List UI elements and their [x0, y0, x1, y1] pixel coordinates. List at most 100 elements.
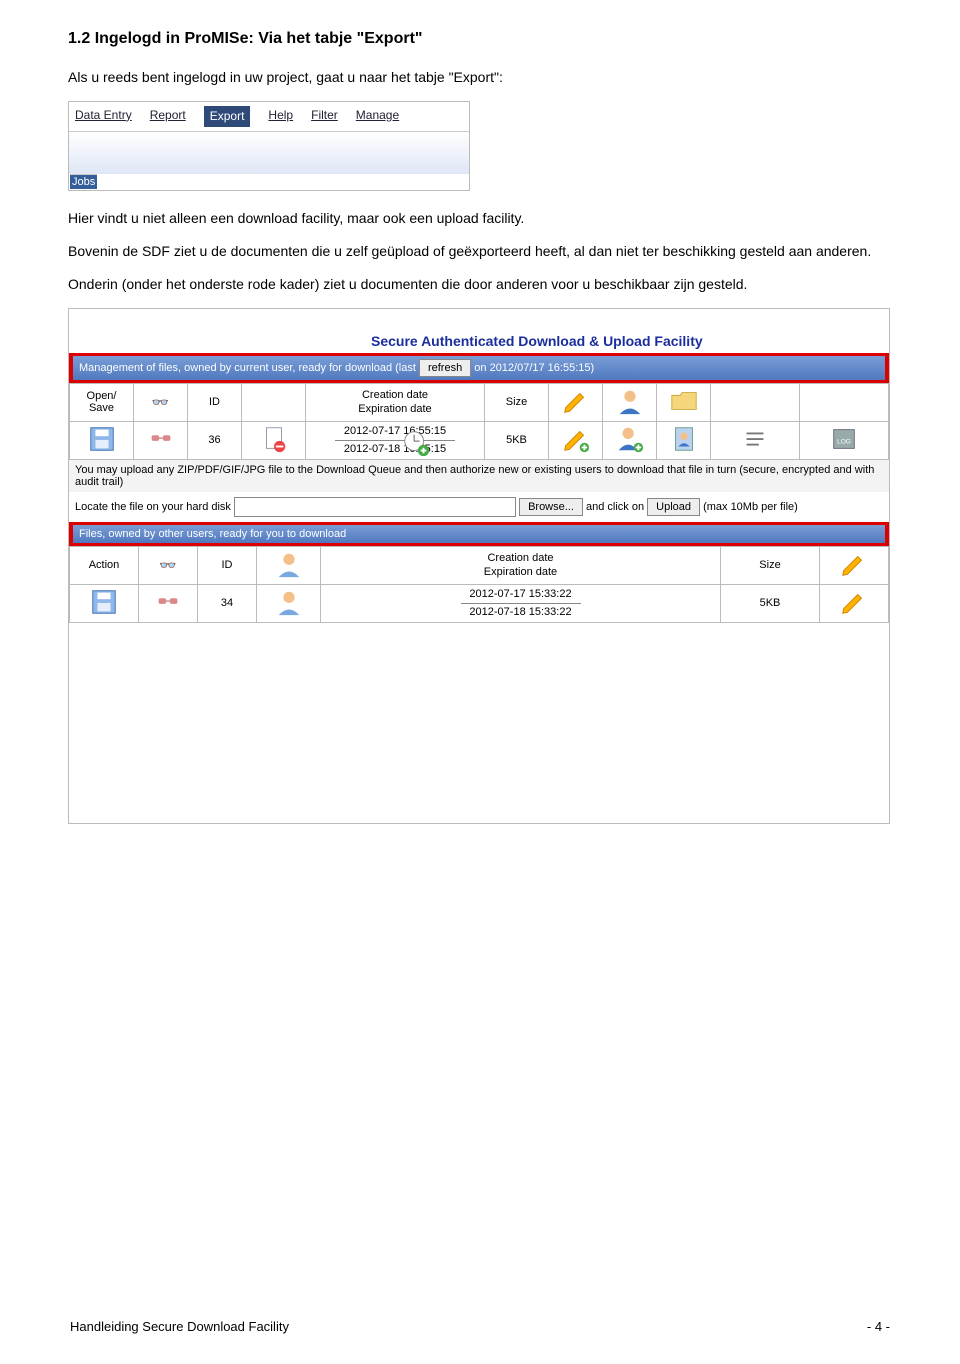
owner-small-icon	[272, 587, 306, 617]
pencil-cell[interactable]	[820, 584, 889, 622]
file-path-input[interactable]	[234, 497, 516, 517]
tabs-body	[69, 131, 469, 174]
col-blank-2	[800, 383, 889, 421]
col-action: Action	[70, 546, 139, 584]
paragraph-2: Hier vindt u niet alleen een download fa…	[68, 209, 892, 228]
col-glasses: 👓	[134, 383, 188, 421]
row1-created: 2012-07-17 16:55:15	[310, 424, 480, 438]
glasses-cell[interactable]	[134, 421, 188, 459]
log-icon: LOG	[827, 424, 861, 454]
glasses-small-icon	[151, 587, 185, 617]
col-folder	[657, 383, 711, 421]
dates-cell: 2012-07-17 15:33:22 2012-07-18 15:33:22	[321, 584, 721, 622]
tab-export[interactable]: Export	[204, 106, 251, 127]
sdf-panel: Secure Authenticated Download & Upload F…	[68, 308, 890, 824]
col-owner	[257, 546, 321, 584]
owner-cell[interactable]	[257, 584, 321, 622]
col-creation-date: Creation date Expiration date	[306, 383, 485, 421]
upload-note: You may upload any ZIP/PDF/GIF/JPG file …	[69, 460, 889, 492]
others-files-table: Action 👓 ID Creation date Expiration dat…	[69, 546, 889, 623]
paragraph-4: Onderin (onder het onderste rode kader) …	[68, 275, 892, 294]
glasses-icon: 👓	[152, 394, 169, 410]
user-add-cell[interactable]	[603, 421, 657, 459]
col-glasses: 👓	[139, 546, 198, 584]
id-cell: 34	[198, 584, 257, 622]
subtab-jobs[interactable]: Jobs	[70, 174, 97, 189]
empty-area	[69, 623, 889, 823]
tab-filter[interactable]: Filter	[311, 106, 338, 127]
tab-help[interactable]: Help	[268, 106, 293, 127]
section1-bar-text-prefix: Management of files, owned by current us…	[79, 362, 416, 374]
footer-page-number: - 4 -	[867, 1319, 890, 1334]
browse-button[interactable]: Browse...	[519, 498, 583, 516]
refresh-button[interactable]: refresh	[419, 359, 471, 377]
glasses-icon: 👓	[159, 557, 176, 573]
col-pencil	[820, 546, 889, 584]
clock-add-icon[interactable]	[399, 428, 433, 458]
upload-button[interactable]: Upload	[647, 498, 700, 516]
notebook-user-cell[interactable]	[657, 421, 711, 459]
pencil-icon	[837, 587, 871, 617]
col-size: Size	[721, 546, 820, 584]
footer-left: Handleiding Secure Download Facility	[70, 1319, 289, 1334]
open-save-cell[interactable]	[70, 421, 134, 459]
action-cell[interactable]	[70, 584, 139, 622]
glasses-cell[interactable]	[139, 584, 198, 622]
hdr2-expiration: Expiration date	[325, 565, 716, 579]
col-user	[603, 383, 657, 421]
row2-created: 2012-07-17 15:33:22	[325, 587, 716, 601]
size-cell: 5KB	[485, 421, 549, 459]
list-icon	[738, 424, 772, 454]
pencil-add-icon	[559, 424, 593, 454]
hdr-creation: Creation date	[310, 388, 480, 402]
log-cell[interactable]: LOG	[800, 421, 889, 459]
disk-save-icon	[87, 587, 121, 617]
section-heading: 1.2 Ingelogd in ProMISe: Via het tabje "…	[68, 30, 892, 48]
tabs-row: Data Entry Report Export Help Filter Man…	[69, 102, 469, 131]
tab-manage[interactable]: Manage	[356, 106, 399, 127]
col-id: ID	[198, 546, 257, 584]
user-icon	[613, 386, 647, 416]
disk-save-icon	[85, 424, 119, 454]
row1-expires: 2012-07-18 16:55:15	[310, 442, 480, 456]
folder-icon	[667, 386, 701, 416]
panel-title: Secure Authenticated Download & Upload F…	[371, 333, 703, 349]
table-header-row: Action 👓 ID Creation date Expiration dat…	[70, 546, 889, 584]
col-doc-icon	[242, 383, 306, 421]
pencil-icon	[559, 386, 593, 416]
pencil-add-cell[interactable]	[549, 421, 603, 459]
lines-cell[interactable]	[711, 421, 800, 459]
glasses-small-icon	[144, 424, 178, 454]
document-remove-icon	[257, 424, 291, 454]
owned-files-table: Open/ Save 👓 ID Creation date Expiration…	[69, 383, 889, 460]
tab-report[interactable]: Report	[150, 106, 186, 127]
owner-icon	[272, 549, 306, 579]
col-blank-1	[711, 383, 800, 421]
section1-bar-text-suffix: on 2012/07/17 16:55:15)	[474, 362, 594, 374]
col-size: Size	[485, 383, 549, 421]
hdr-expiration: Expiration date	[310, 402, 480, 416]
id-cell: 36	[188, 421, 242, 459]
section2-bar-text: Files, owned by other users, ready for y…	[79, 528, 346, 540]
page-footer: Handleiding Secure Download Facility - 4…	[0, 1319, 960, 1334]
col-id: ID	[188, 383, 242, 421]
doc-remove-cell[interactable]	[242, 421, 306, 459]
table-row: 36 2012-07-17 16:55:15 2012-07-18 16:55:…	[70, 421, 889, 459]
and-click-text: and click on	[586, 501, 647, 513]
table-header-row: Open/ Save 👓 ID Creation date Expiration…	[70, 383, 889, 421]
svg-text:LOG: LOG	[837, 438, 851, 445]
section2-header-bar: Files, owned by other users, ready for y…	[69, 522, 889, 546]
col-creation-date: Creation date Expiration date	[321, 546, 721, 584]
locate-row: Locate the file on your hard disk Browse…	[69, 492, 889, 522]
max-size-note: (max 10Mb per file)	[703, 501, 798, 513]
dates-cell: 2012-07-17 16:55:15 2012-07-18 16:55:15	[306, 421, 485, 459]
row2-expires: 2012-07-18 15:33:22	[325, 605, 716, 619]
pencil-icon	[837, 549, 871, 579]
notebook-user-icon	[667, 424, 701, 454]
tab-data-entry[interactable]: Data Entry	[75, 106, 132, 127]
hdr2-creation: Creation date	[325, 551, 716, 565]
table-row: 34 2012-07-17 15:33:22 2012-07-18 15:33:…	[70, 584, 889, 622]
paragraph-intro: Als u reeds bent ingelogd in uw project,…	[68, 68, 892, 87]
tabs-screenshot: Data Entry Report Export Help Filter Man…	[68, 101, 470, 191]
col-pencil	[549, 383, 603, 421]
